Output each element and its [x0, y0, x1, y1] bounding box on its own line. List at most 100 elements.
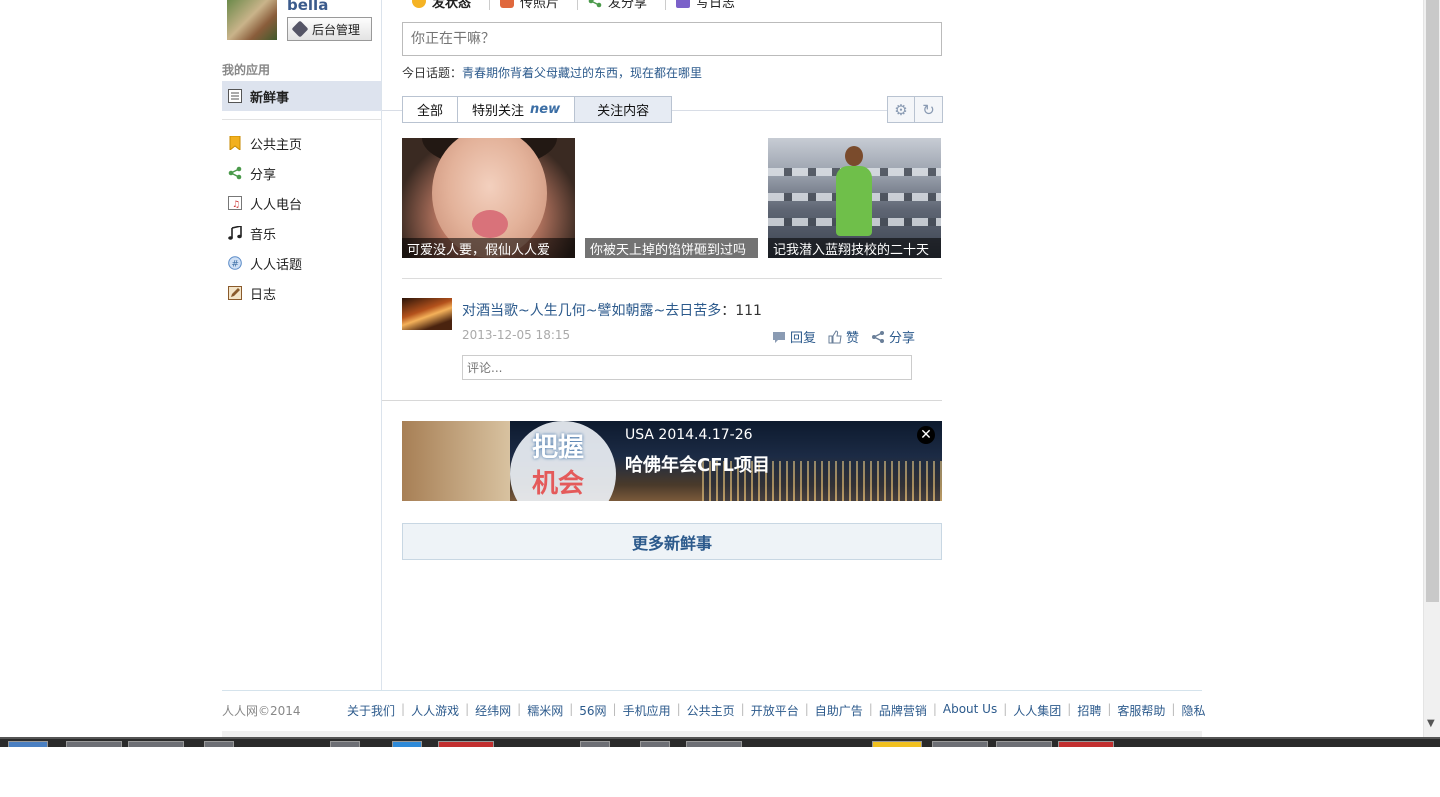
taskbar-item[interactable] — [932, 741, 988, 747]
share-icon — [588, 0, 602, 8]
camera-icon — [500, 0, 515, 8]
topic-icon: # — [228, 256, 242, 270]
edit-icon — [228, 286, 242, 300]
tab-label: 写日志 — [696, 0, 736, 11]
footer-link[interactable]: 品牌营销 — [879, 702, 927, 719]
banner-date: USA 2014.4.17-26 — [625, 427, 753, 443]
footer-link[interactable]: 客服帮助 — [1117, 702, 1165, 719]
feed-tools: ⚙ ↻ — [887, 96, 943, 123]
avatar[interactable] — [402, 298, 452, 330]
start-button[interactable] — [8, 741, 48, 747]
banner-circle-text: 机会 — [532, 469, 585, 499]
footer-link[interactable]: 公共主页 — [687, 702, 735, 719]
music-note-icon — [228, 226, 242, 240]
ad-banner[interactable]: 把握 机会 USA 2014.4.17-26 哈佛年会CFL项目 ✕ — [402, 421, 942, 501]
feed-content-link[interactable]: 对酒当歌~人生几何~譬如朝露~去日苦多 — [462, 303, 721, 319]
sidebar-item-label: 新鲜事 — [250, 90, 290, 106]
footer-link[interactable]: 开放平台 — [751, 702, 799, 719]
taskbar-item[interactable] — [686, 741, 742, 747]
taskbar-item[interactable] — [438, 741, 494, 747]
topic-prefix: 今日话题： — [402, 66, 463, 80]
wrench-icon — [291, 20, 309, 38]
daily-topic: 今日话题：青春期你背着父母藏过的东西，现在都在哪里 — [402, 64, 702, 81]
publish-tabs: 发状态 传照片 发分享 写日志 — [402, 0, 753, 12]
svg-text:♫: ♫ — [232, 200, 240, 210]
photo-card[interactable]: 你被天上掉的馅饼砸到过吗 — [585, 138, 758, 258]
photo-caption: 你被天上掉的馅饼砸到过吗 — [585, 238, 758, 258]
taskbar-item[interactable] — [872, 741, 922, 747]
tab-label: 传照片 — [520, 0, 560, 11]
sidebar-app-list: 公共主页 分享 ♫ 人人电台 音乐 # 人人话题 日志 — [222, 128, 381, 308]
photo-caption: 可爱没人要，假仙人人爱 — [402, 238, 575, 258]
photo-card[interactable]: 记我潜入蓝翔技校的二十天 — [768, 138, 941, 258]
taskbar-item[interactable] — [204, 741, 234, 747]
footer-link[interactable]: 隐私 — [1181, 702, 1205, 719]
copyright: 人人网©2014 — [222, 704, 301, 718]
admin-button[interactable]: 后台管理 — [287, 17, 372, 41]
tab-special-follow[interactable]: 特别关注 new — [458, 97, 576, 122]
taskbar-item[interactable] — [66, 741, 122, 747]
like-label: 赞 — [846, 331, 860, 346]
footer-link[interactable]: 招聘 — [1077, 702, 1101, 719]
taskbar-item[interactable] — [128, 741, 184, 747]
sidebar-item-news-feed[interactable]: 新鲜事 — [222, 81, 381, 111]
sidebar-item-music[interactable]: 音乐 — [222, 218, 381, 248]
tab-post-share[interactable]: 发分享 — [578, 0, 667, 11]
tab-write-blog[interactable]: 写日志 — [666, 0, 753, 11]
share-icon — [228, 166, 242, 180]
close-icon[interactable]: ✕ — [917, 426, 935, 444]
photo-decoration — [472, 210, 508, 238]
sidebar-item-public-page[interactable]: 公共主页 — [222, 128, 381, 158]
page: bella 后台管理 我的应用 新鲜事 公共主页 分享 ♫ 人人电台 音乐 # … — [0, 0, 1440, 797]
feed-suffix: ：111 — [721, 303, 762, 319]
reply-button[interactable]: 回复 — [772, 327, 816, 346]
scrollbar-thumb[interactable] — [1426, 0, 1439, 602]
chevron-down-icon[interactable]: ▼ — [1427, 718, 1435, 729]
refresh-button[interactable]: ↻ — [915, 96, 943, 123]
username[interactable]: bella — [287, 0, 328, 14]
feed-actions: 回复 赞 分享 — [772, 327, 915, 346]
footer-link[interactable]: 糯米网 — [527, 702, 563, 719]
speech-bubble-icon — [412, 0, 426, 8]
sidebar-item-label: 人人电台 — [250, 197, 303, 213]
settings-button[interactable]: ⚙ — [887, 96, 915, 123]
taskbar-item[interactable] — [330, 741, 360, 747]
footer-link[interactable]: 关于我们 — [347, 702, 395, 719]
status-input[interactable] — [402, 22, 942, 56]
footer-link[interactable]: 人人集团 — [1013, 702, 1061, 719]
sidebar-item-share[interactable]: 分享 — [222, 158, 381, 188]
banner-title: 哈佛年会CFL项目 — [625, 455, 770, 476]
footer-link[interactable]: 自助广告 — [815, 702, 863, 719]
footer-link[interactable]: 56网 — [579, 702, 606, 719]
taskbar-item[interactable] — [1058, 741, 1114, 747]
vertical-scrollbar[interactable]: ▼ — [1423, 0, 1440, 737]
taskbar-item[interactable] — [640, 741, 670, 747]
tab-following-content[interactable]: 关注内容 — [575, 97, 672, 122]
footer-link[interactable]: About Us — [943, 702, 997, 719]
footer-link[interactable]: 经纬网 — [475, 702, 511, 719]
comment-input[interactable] — [462, 355, 912, 380]
user-avatar[interactable] — [227, 0, 277, 40]
taskbar-item[interactable] — [996, 741, 1052, 747]
tab-post-status[interactable]: 发状态 — [402, 0, 491, 11]
topic-link[interactable]: 青春期你背着父母藏过的东西，现在都在哪里 — [462, 66, 702, 80]
share-label: 分享 — [889, 331, 916, 346]
sidebar-item-radio[interactable]: ♫ 人人电台 — [222, 188, 381, 218]
photo-card[interactable]: 可爱没人要，假仙人人爱 — [402, 138, 575, 258]
divider — [222, 119, 381, 120]
more-news-button[interactable]: 更多新鲜事 — [402, 523, 942, 560]
footer-link[interactable]: 人人游戏 — [411, 702, 459, 719]
sidebar-item-topics[interactable]: # 人人话题 — [222, 248, 381, 278]
footer-link[interactable]: 手机应用 — [623, 702, 671, 719]
tab-all[interactable]: 全部 — [403, 97, 459, 122]
svg-text:#: # — [231, 259, 239, 269]
pencil-icon — [676, 0, 691, 8]
tab-upload-photo[interactable]: 传照片 — [490, 0, 579, 11]
like-button[interactable]: 赞 — [828, 327, 859, 346]
taskbar-item[interactable] — [392, 741, 422, 747]
sidebar-item-blog[interactable]: 日志 — [222, 278, 381, 308]
share-button[interactable]: 分享 — [871, 327, 915, 346]
share-icon — [872, 330, 885, 343]
feed-filter-tabs: 全部 特别关注 new 关注内容 — [402, 96, 673, 123]
taskbar-item[interactable] — [580, 741, 610, 747]
